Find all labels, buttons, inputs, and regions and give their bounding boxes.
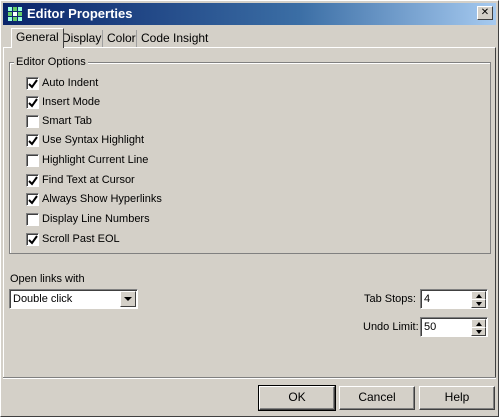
undo-limit-value: 50 [424, 321, 437, 333]
chevron-down-icon [124, 297, 132, 301]
checkbox-box[interactable] [26, 193, 39, 206]
undo-limit-label: Undo Limit: [363, 321, 419, 333]
cancel-button[interactable]: Cancel [339, 386, 415, 410]
checkmark-icon [28, 79, 38, 89]
open-links-value: Double click [13, 293, 73, 305]
editor-options-label: Editor Options [14, 56, 88, 69]
arrow-down-icon [476, 330, 482, 334]
title-bar[interactable]: Editor Properties ✕ [3, 3, 496, 25]
checkbox-box[interactable] [26, 233, 39, 246]
ok-button[interactable]: OK [258, 385, 336, 411]
checkmark-icon [28, 136, 38, 146]
button-separator [3, 377, 496, 379]
checkbox-box[interactable] [26, 213, 39, 226]
checkbox-label: Highlight Current Line [42, 154, 149, 166]
dropdown-button[interactable] [120, 291, 136, 307]
arrow-up-icon [476, 294, 482, 298]
app-icon [8, 7, 22, 21]
help-button[interactable]: Help [419, 386, 495, 410]
arrow-down-icon [476, 302, 482, 306]
checkmark-icon [28, 98, 38, 108]
checkbox-box[interactable] [26, 115, 39, 128]
checkbox-label: Insert Mode [42, 96, 101, 108]
checkbox-label: Scroll Past EOL [42, 233, 120, 245]
arrow-up-icon [476, 322, 482, 326]
open-links-label: Open links with [10, 273, 85, 285]
tab-color[interactable]: Color [102, 30, 140, 47]
close-icon: ✕ [480, 7, 490, 18]
checkbox-box[interactable] [26, 77, 39, 90]
checkbox-label: Auto Indent [42, 77, 99, 89]
open-links-select[interactable]: Double click [9, 289, 138, 309]
tab-stops-value: 4 [424, 293, 431, 305]
checkbox-label: Find Text at Cursor [42, 174, 135, 186]
checkbox-box[interactable] [26, 96, 39, 109]
checkbox-label: Always Show Hyperlinks [42, 193, 162, 205]
tab-general[interactable]: General [11, 28, 64, 48]
checkbox-box[interactable] [26, 174, 39, 187]
checkbox-box[interactable] [26, 134, 39, 147]
checkbox-label: Use Syntax Highlight [42, 134, 145, 146]
spin-down-button[interactable] [471, 327, 486, 336]
window-title: Editor Properties [27, 6, 133, 21]
checkmark-icon [28, 235, 38, 245]
checkmark-icon [28, 195, 38, 205]
close-button[interactable]: ✕ [477, 6, 493, 20]
tab-display[interactable]: Display [57, 30, 105, 47]
checkbox-label: Smart Tab [42, 115, 92, 127]
checkbox-label: Display Line Numbers [42, 213, 150, 225]
spin-down-button[interactable] [471, 299, 486, 308]
tab-code-insight[interactable]: Code Insight [136, 30, 212, 47]
editor-properties-dialog: Editor Properties ✕ General Display Colo… [0, 0, 499, 417]
checkbox-box[interactable] [26, 154, 39, 167]
tab-stops-label: Tab Stops: [364, 293, 416, 305]
checkmark-icon [28, 176, 38, 186]
tab-stops-spinner[interactable]: 4 [420, 289, 488, 309]
undo-limit-spinner[interactable]: 50 [420, 317, 488, 337]
